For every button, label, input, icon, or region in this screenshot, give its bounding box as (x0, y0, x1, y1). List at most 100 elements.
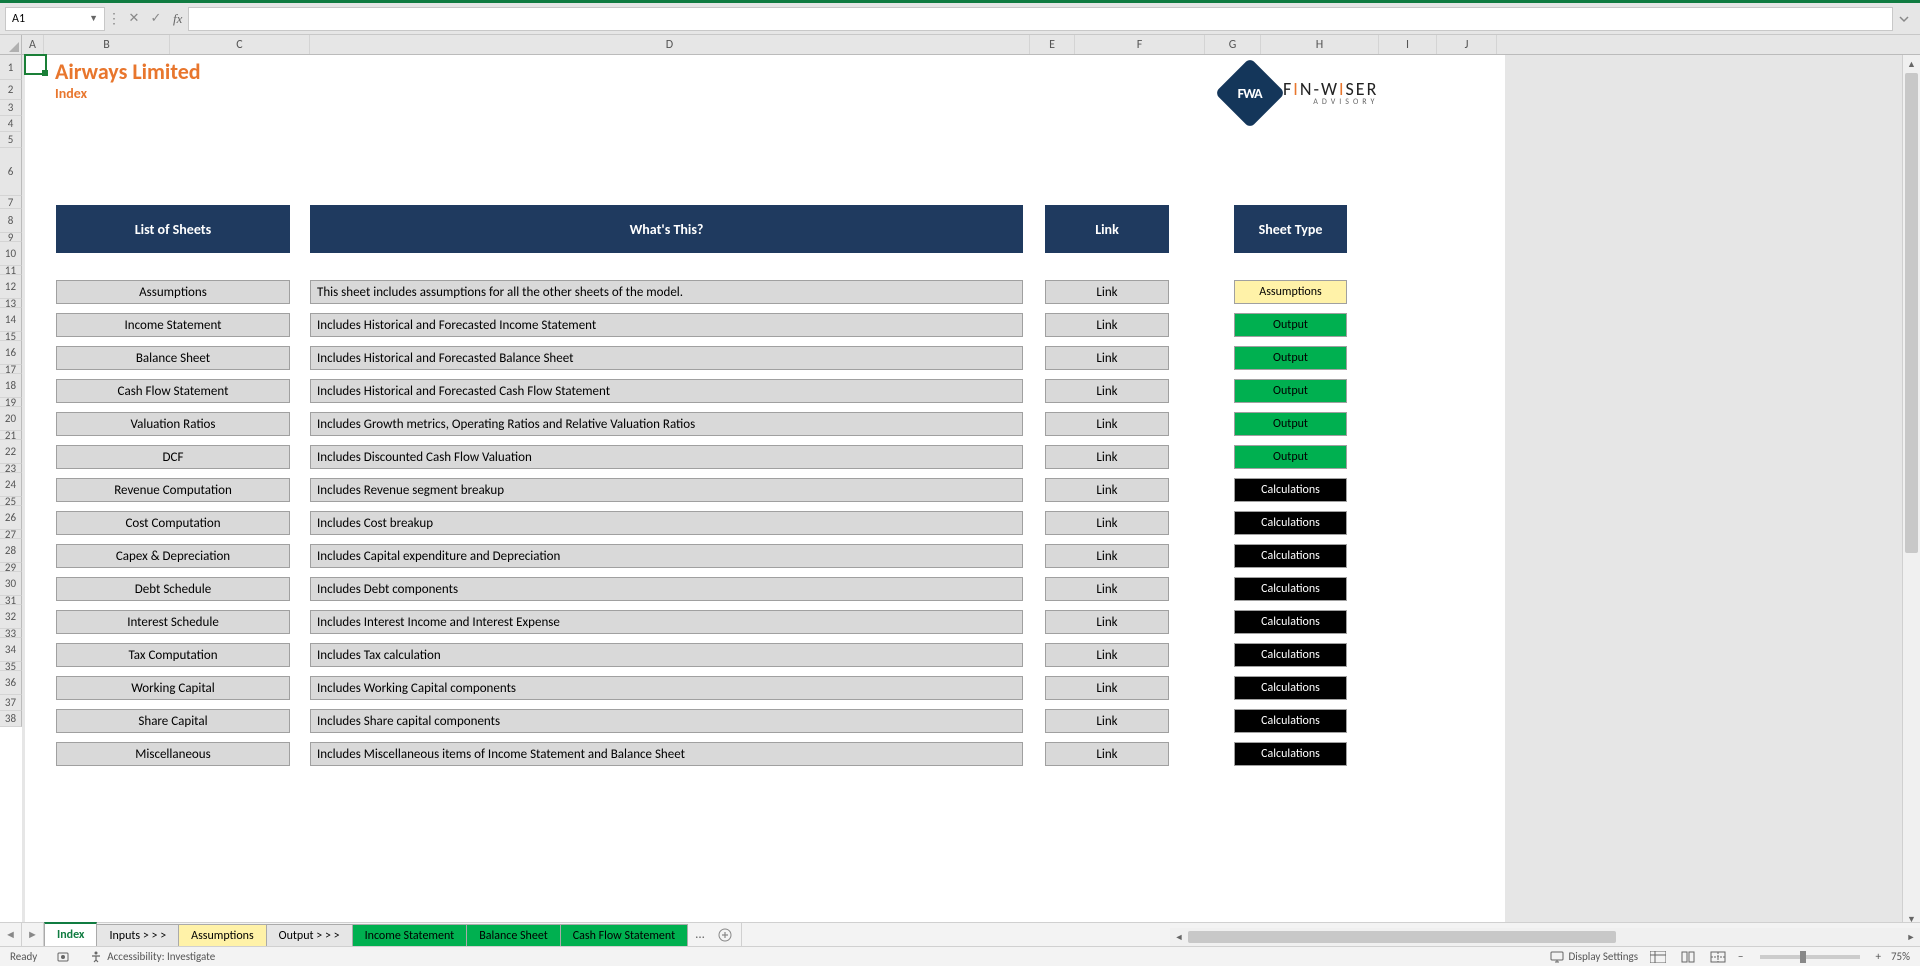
sheet-link-cell[interactable]: Link (1045, 478, 1169, 502)
row-header-9[interactable]: 9 (0, 233, 22, 242)
sheet-name-cell[interactable]: Capex & Depreciation (56, 544, 290, 568)
sheet-link-cell[interactable]: Link (1045, 346, 1169, 370)
row-header-25[interactable]: 25 (0, 497, 22, 506)
sheet-link-cell[interactable]: Link (1045, 280, 1169, 304)
confirm-formula-button[interactable]: ✓ (145, 8, 167, 30)
row-header-3[interactable]: 3 (0, 100, 22, 116)
row-header-1[interactable]: 1 (0, 55, 22, 80)
row-header-36[interactable]: 36 (0, 671, 22, 695)
sheet-name-cell[interactable]: Income Statement (56, 313, 290, 337)
row-header-6[interactable]: 6 (0, 148, 22, 196)
column-header-b[interactable]: B (44, 35, 170, 54)
sheet-tab-cash-flow-statement[interactable]: Cash Flow Statement (560, 924, 688, 946)
row-header-11[interactable]: 11 (0, 266, 22, 275)
sheet-tab-income-statement[interactable]: Income Statement (352, 924, 468, 946)
row-header-8[interactable]: 8 (0, 209, 22, 233)
more-tabs-button[interactable]: ... (687, 923, 713, 946)
row-header-24[interactable]: 24 (0, 473, 22, 497)
row-header-4[interactable]: 4 (0, 116, 22, 132)
row-header-2[interactable]: 2 (0, 80, 22, 100)
expand-formula-bar-button[interactable] (1893, 8, 1915, 30)
display-settings-button[interactable]: Display Settings (1550, 950, 1638, 964)
row-header-18[interactable]: 18 (0, 374, 22, 398)
vertical-scroll-thumb[interactable] (1905, 73, 1918, 553)
sheet-link-cell[interactable]: Link (1045, 313, 1169, 337)
view-normal-button[interactable] (1648, 949, 1668, 965)
sheet-link-cell[interactable]: Link (1045, 709, 1169, 733)
row-header-37[interactable]: 37 (0, 695, 22, 711)
row-header-19[interactable]: 19 (0, 398, 22, 407)
sheet-link-cell[interactable]: Link (1045, 742, 1169, 766)
horizontal-scrollbar[interactable]: ◄ ► (1170, 928, 1920, 946)
sheet-name-cell[interactable]: Share Capital (56, 709, 290, 733)
row-header-13[interactable]: 13 (0, 299, 22, 308)
accessibility-status[interactable]: Accessibility: Investigate (89, 950, 215, 964)
row-header-15[interactable]: 15 (0, 332, 22, 341)
sheet-name-cell[interactable]: Balance Sheet (56, 346, 290, 370)
sheet-name-cell[interactable]: Working Capital (56, 676, 290, 700)
name-box[interactable]: A1 ▼ (5, 7, 105, 31)
column-header-g[interactable]: G (1205, 35, 1261, 54)
sheet-tab-balance-sheet[interactable]: Balance Sheet (466, 924, 561, 946)
view-page-layout-button[interactable] (1678, 949, 1698, 965)
sheet-tab-output-[interactable]: Output > > > (266, 924, 353, 946)
sheet-link-cell[interactable]: Link (1045, 643, 1169, 667)
row-header-10[interactable]: 10 (0, 242, 22, 266)
zoom-out-button[interactable]: − (1738, 950, 1743, 963)
row-header-30[interactable]: 30 (0, 572, 22, 596)
sheet-link-cell[interactable]: Link (1045, 544, 1169, 568)
sheet-link-cell[interactable]: Link (1045, 676, 1169, 700)
sheet-tab-assumptions[interactable]: Assumptions (178, 924, 266, 946)
sheet-name-cell[interactable]: Debt Schedule (56, 577, 290, 601)
scroll-left-button[interactable]: ◄ (1170, 928, 1188, 946)
sheet-name-cell[interactable]: Miscellaneous (56, 742, 290, 766)
fx-icon[interactable]: fx (173, 11, 182, 27)
row-header-29[interactable]: 29 (0, 563, 22, 572)
row-header-21[interactable]: 21 (0, 431, 22, 440)
column-header-a[interactable]: A (22, 35, 44, 54)
row-header-7[interactable]: 7 (0, 196, 22, 209)
row-header-35[interactable]: 35 (0, 662, 22, 671)
row-header-31[interactable]: 31 (0, 596, 22, 605)
zoom-in-button[interactable]: + (1876, 950, 1881, 963)
row-header-14[interactable]: 14 (0, 308, 22, 332)
sheet-link-cell[interactable]: Link (1045, 511, 1169, 535)
row-header-16[interactable]: 16 (0, 341, 22, 365)
sheet-tab-inputs-[interactable]: Inputs > > > (96, 924, 179, 946)
macro-record-icon[interactable] (53, 949, 73, 965)
row-header-20[interactable]: 20 (0, 407, 22, 431)
scroll-up-button[interactable]: ▲ (1903, 55, 1920, 73)
select-all-button[interactable] (0, 35, 22, 55)
column-header-j[interactable]: J (1437, 35, 1497, 54)
sheet-name-cell[interactable]: Cost Computation (56, 511, 290, 535)
column-header-d[interactable]: D (310, 35, 1030, 54)
row-header-17[interactable]: 17 (0, 365, 22, 374)
grid-body[interactable]: Airways Limited Index FWA FIN-WISER ADVI… (22, 55, 1920, 928)
dots-icon[interactable]: ⋮ (107, 10, 121, 27)
sheet-name-cell[interactable]: Interest Schedule (56, 610, 290, 634)
scroll-right-button[interactable]: ► (1902, 928, 1920, 946)
row-header-22[interactable]: 22 (0, 440, 22, 464)
add-sheet-button[interactable] (713, 923, 737, 946)
row-header-28[interactable]: 28 (0, 539, 22, 563)
column-header-h[interactable]: H (1261, 35, 1379, 54)
row-header-33[interactable]: 33 (0, 629, 22, 638)
row-header-34[interactable]: 34 (0, 638, 22, 662)
sheet-tab-index[interactable]: Index (44, 922, 97, 946)
sheet-link-cell[interactable]: Link (1045, 610, 1169, 634)
sheet-name-cell[interactable]: Assumptions (56, 280, 290, 304)
row-header-32[interactable]: 32 (0, 605, 22, 629)
column-header-f[interactable]: F (1075, 35, 1205, 54)
sheet-name-cell[interactable]: Valuation Ratios (56, 412, 290, 436)
cancel-formula-button[interactable]: ✕ (123, 8, 145, 30)
sheet-link-cell[interactable]: Link (1045, 577, 1169, 601)
zoom-level[interactable]: 75% (1891, 950, 1910, 963)
row-header-12[interactable]: 12 (0, 275, 22, 299)
row-header-38[interactable]: 38 (0, 711, 22, 727)
sheet-name-cell[interactable]: DCF (56, 445, 290, 469)
zoom-slider[interactable] (1760, 955, 1860, 959)
sheet-link-cell[interactable]: Link (1045, 379, 1169, 403)
sheet-name-cell[interactable]: Tax Computation (56, 643, 290, 667)
horizontal-scroll-thumb[interactable] (1188, 931, 1616, 943)
sheet-link-cell[interactable]: Link (1045, 412, 1169, 436)
